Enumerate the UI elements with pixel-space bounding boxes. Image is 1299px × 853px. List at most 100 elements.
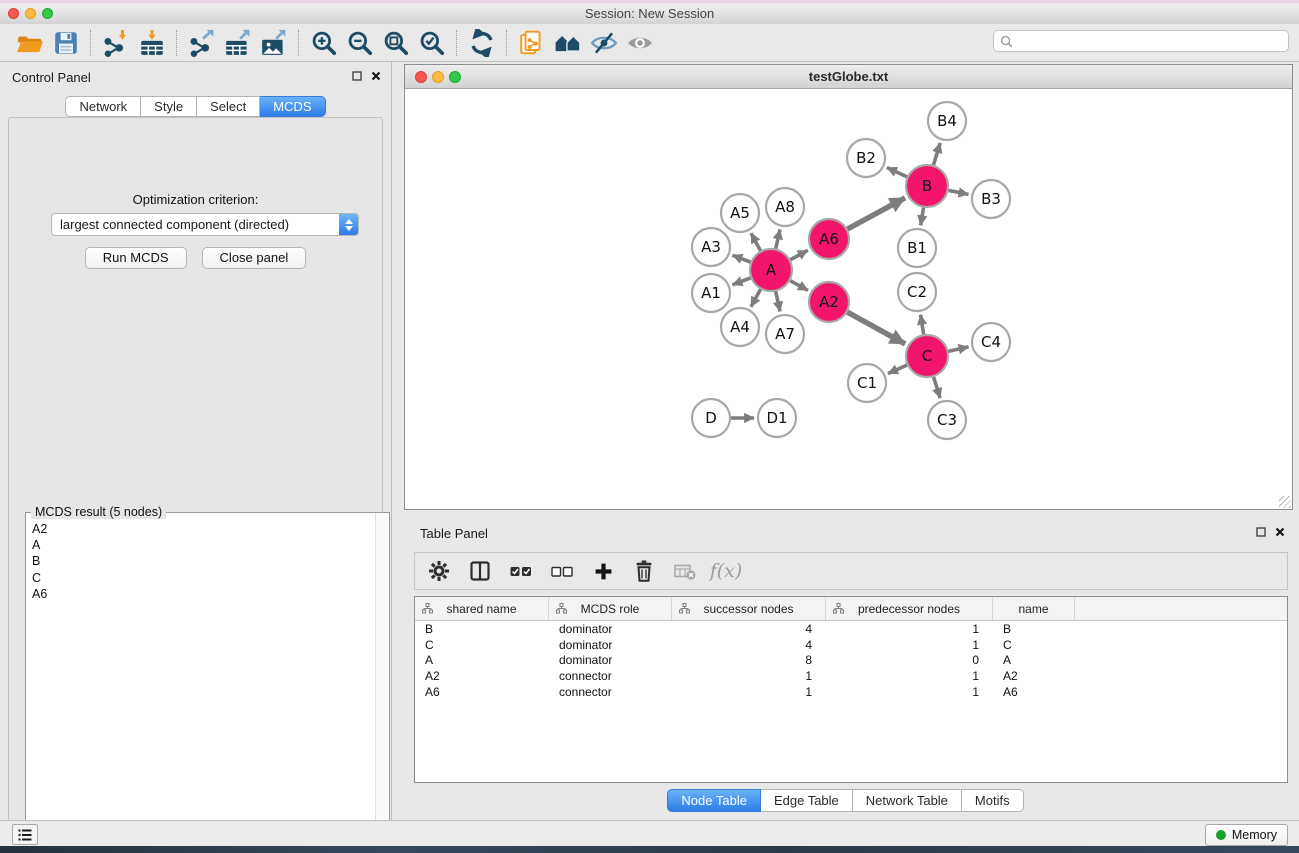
import-table-button[interactable] xyxy=(134,27,170,59)
criterion-dropdown[interactable]: largest connected component (directed) xyxy=(51,213,359,236)
column-header-name[interactable]: name xyxy=(993,597,1075,620)
graph-edge-A-A1[interactable] xyxy=(732,278,751,285)
apply-layout-button[interactable] xyxy=(464,27,500,59)
zoom-in-button[interactable] xyxy=(306,27,342,59)
graph-node-C4[interactable]: C4 xyxy=(972,323,1010,361)
tab-network-table[interactable]: Network Table xyxy=(853,789,962,812)
save-session-button[interactable] xyxy=(48,27,84,59)
table-settings-button[interactable] xyxy=(427,559,451,583)
graph-edge-B-B4[interactable] xyxy=(933,143,940,166)
run-mcds-button[interactable]: Run MCDS xyxy=(85,247,187,269)
show-panels-button[interactable] xyxy=(12,824,38,845)
function-builder-button[interactable]: f(x) xyxy=(714,559,738,583)
export-table-button[interactable] xyxy=(220,27,256,59)
tab-select[interactable]: Select xyxy=(197,96,260,117)
resize-grip-icon[interactable] xyxy=(1279,496,1291,508)
graph-node-A4[interactable]: A4 xyxy=(721,308,759,346)
table-row[interactable]: Bdominator41B xyxy=(415,621,1287,637)
graph-edge-A-A6[interactable] xyxy=(790,250,808,260)
table-panel-header: Table Panel xyxy=(392,520,1299,546)
tab-motifs[interactable]: Motifs xyxy=(962,789,1024,812)
delete-column-button[interactable] xyxy=(632,559,656,583)
graph-node-A7[interactable]: A7 xyxy=(766,315,804,353)
export-image-button[interactable] xyxy=(256,27,292,59)
graph-edge-A-A7[interactable] xyxy=(775,291,780,312)
graph-node-A5[interactable]: A5 xyxy=(721,194,759,232)
search-input[interactable] xyxy=(1017,33,1288,49)
show-all-button[interactable] xyxy=(622,27,658,59)
graph-node-D1[interactable]: D1 xyxy=(758,399,796,437)
graph-edge-C-C4[interactable] xyxy=(948,347,969,352)
graph-node-B[interactable]: B xyxy=(906,165,948,207)
float-panel-icon[interactable] xyxy=(352,71,362,81)
tab-edge-table[interactable]: Edge Table xyxy=(761,789,853,812)
tab-mcds[interactable]: MCDS xyxy=(260,96,325,117)
column-header-mcds-role[interactable]: MCDS role xyxy=(549,597,672,620)
tab-network[interactable]: Network xyxy=(65,96,141,117)
table-row[interactable]: Cdominator41C xyxy=(415,637,1287,653)
graph-edge-A-A3[interactable] xyxy=(732,255,751,262)
unselect-all-columns-button[interactable] xyxy=(550,559,574,583)
graph-node-D[interactable]: D xyxy=(692,399,730,437)
graph-node-A3[interactable]: A3 xyxy=(692,228,730,266)
graph-edge-B-B1[interactable] xyxy=(921,207,924,226)
table-cell: C xyxy=(993,638,1075,652)
show-column-button[interactable] xyxy=(468,559,492,583)
graph-node-A1[interactable]: A1 xyxy=(692,274,730,312)
table-row[interactable]: A2connector11A2 xyxy=(415,668,1287,684)
graph-edge-B-B2[interactable] xyxy=(887,168,908,178)
network-canvas[interactable]: A A1 A3A5A8 A4A7 A6 A2 B B1 B2 B3 B4 C C1 C2 C3 C4 D D1 xyxy=(405,88,1292,509)
graph-edge-A-A8[interactable] xyxy=(776,229,780,249)
zoom-selected-button[interactable] xyxy=(414,27,450,59)
mcds-result-list[interactable]: A2ABCA6 xyxy=(27,521,375,849)
zoom-out-button[interactable] xyxy=(342,27,378,59)
graph-node-B2[interactable]: B2 xyxy=(847,139,885,177)
memory-button[interactable]: Memory xyxy=(1205,824,1288,846)
select-all-columns-button[interactable] xyxy=(509,559,533,583)
network-from-selection-button[interactable] xyxy=(514,27,550,59)
graph-edge-B-B3[interactable] xyxy=(948,190,969,194)
graph-edge-C-C2[interactable] xyxy=(921,315,924,336)
graph-edge-C-C1[interactable] xyxy=(888,365,908,374)
graph-node-A8[interactable]: A8 xyxy=(766,188,804,226)
delete-table-button[interactable] xyxy=(673,559,697,583)
table-row[interactable]: A6connector11A6 xyxy=(415,684,1287,700)
tab-node-table[interactable]: Node Table xyxy=(667,789,761,812)
mcds-result-scrollbar[interactable] xyxy=(375,513,389,850)
graph-edge-A-A2[interactable] xyxy=(789,280,808,290)
column-header-shared-name[interactable]: shared name xyxy=(415,597,549,620)
graph-edge-A-A4[interactable] xyxy=(751,288,761,306)
close-table-panel-icon[interactable] xyxy=(1275,527,1285,537)
zoom-fit-button[interactable] xyxy=(378,27,414,59)
create-column-button[interactable] xyxy=(591,559,615,583)
graph-edge-A6-B[interactable] xyxy=(847,198,905,230)
graph-edge-C-C3[interactable] xyxy=(933,376,940,398)
graph-node-B4[interactable]: B4 xyxy=(928,102,966,140)
column-header-successor-nodes[interactable]: successor nodes xyxy=(672,597,826,620)
graph-node-B3[interactable]: B3 xyxy=(972,180,1010,218)
graph-edge-A-A5[interactable] xyxy=(751,233,761,251)
graph-node-A6[interactable]: A6 xyxy=(809,219,849,259)
graph-node-A[interactable]: A xyxy=(750,249,792,291)
graph-node-B1[interactable]: B1 xyxy=(898,229,936,267)
graph-node-C2[interactable]: C2 xyxy=(898,273,936,311)
close-panel-button[interactable]: Close panel xyxy=(202,247,307,269)
first-neighbors-button[interactable] xyxy=(550,27,586,59)
network-graph[interactable]: A A1 A3A5A8 A4A7 A6 A2 B B1 B2 B3 B4 C C1 C2 C3 C4 D D1 xyxy=(405,88,1292,509)
graph-node-C1[interactable]: C1 xyxy=(848,364,886,402)
tab-style[interactable]: Style xyxy=(141,96,197,117)
table-row[interactable]: Adominator80A xyxy=(415,652,1287,668)
graph-node-C3[interactable]: C3 xyxy=(928,401,966,439)
open-file-button[interactable] xyxy=(12,27,48,59)
hide-selected-button[interactable] xyxy=(586,27,622,59)
namespace-icon xyxy=(833,603,844,617)
float-table-panel-icon[interactable] xyxy=(1256,527,1266,537)
export-network-button[interactable] xyxy=(184,27,220,59)
graph-edge-A2-C[interactable] xyxy=(847,312,906,344)
import-network-button[interactable] xyxy=(98,27,134,59)
close-panel-icon[interactable] xyxy=(371,71,381,81)
graph-node-A2[interactable]: A2 xyxy=(809,282,849,322)
graph-node-C[interactable]: C xyxy=(906,335,948,377)
table-cell: A xyxy=(993,653,1075,667)
column-header-predecessor-nodes[interactable]: predecessor nodes xyxy=(826,597,993,620)
